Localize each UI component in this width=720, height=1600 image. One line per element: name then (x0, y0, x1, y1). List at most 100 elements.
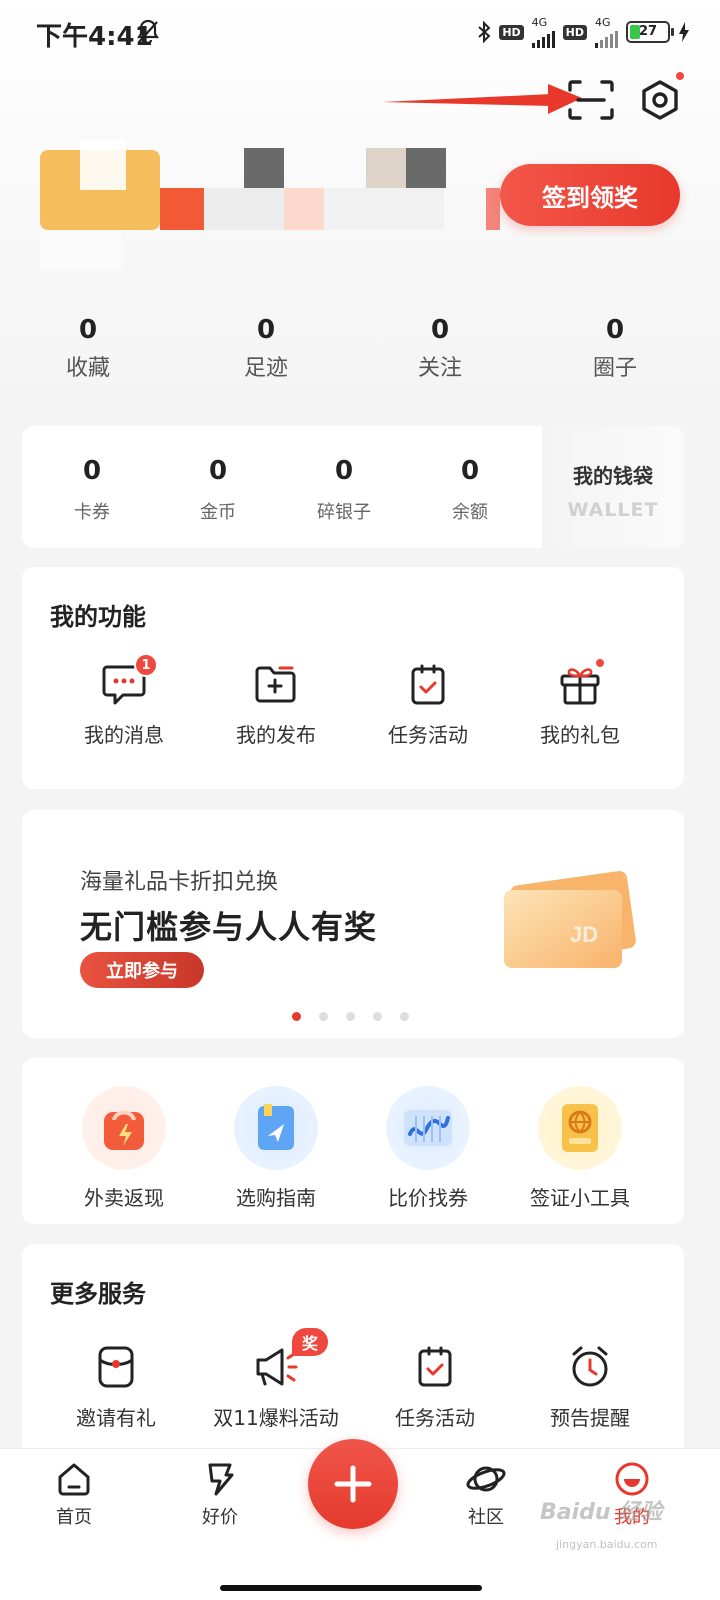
stat-value: 0 (605, 315, 625, 345)
nav-deals[interactable]: 好价 (170, 1461, 270, 1529)
gift-notification-dot (596, 659, 604, 667)
bluetooth-icon (478, 20, 491, 44)
profile-info-blurred[interactable] (40, 140, 500, 270)
unread-badge: 1 (134, 653, 158, 677)
nav-community[interactable]: 社区 (436, 1461, 536, 1529)
func-my-gifts[interactable]: 我的礼包 (504, 659, 656, 748)
stat-following[interactable]: 0 关注 (350, 312, 524, 392)
stat-value: 0 (78, 315, 98, 345)
wallet-label: 卡券 (74, 502, 110, 523)
wallet-title: 我的钱袋 (573, 464, 653, 488)
tools-card: 外卖返现 选购指南 比价找券 签证小工具 (22, 1058, 684, 1224)
section-title: 我的功能 (50, 603, 146, 631)
passport-icon (538, 1086, 622, 1170)
section-title: 更多服务 (50, 1280, 146, 1308)
nav-label: 社区 (468, 1507, 504, 1528)
stat-label: 收藏 (65, 356, 110, 381)
promo-banner[interactable]: 海量礼品卡折扣兑换 无门槛参与人人有奖 立即参与 JD (22, 810, 684, 1038)
stat-value: 0 (256, 315, 276, 345)
more-double11[interactable]: 奖 双11爆料活动 (192, 1328, 360, 1431)
signal-1: 4G (531, 15, 555, 48)
more-label: 任务活动 (395, 1406, 475, 1430)
func-my-messages[interactable]: 1 我的消息 (48, 653, 200, 748)
network-type: 4G (531, 15, 548, 29)
carousel-dots (292, 1012, 409, 1021)
home-indicator[interactable] (220, 1585, 482, 1591)
signal-bars-icon (531, 28, 555, 48)
signin-reward-button[interactable]: 签到领奖 (500, 164, 680, 226)
functions-grid: 1 我的消息 我的发布 任务活动 我的礼包 (22, 653, 684, 748)
takeout-bag-icon (82, 1086, 166, 1170)
wallet-card: 0 卡券 0 金币 0 碎银子 0 余额 我的钱袋 WALLET (22, 426, 684, 548)
my-wallet-button[interactable]: 我的钱袋 WALLET (542, 426, 684, 548)
more-label: 邀请有礼 (76, 1406, 156, 1430)
carousel-dot[interactable] (319, 1012, 328, 1021)
more-label: 预告提醒 (550, 1406, 630, 1430)
wallet-value: 0 (208, 456, 228, 486)
func-tasks[interactable]: 任务活动 (352, 663, 504, 748)
func-my-posts[interactable]: 我的发布 (200, 663, 352, 748)
carousel-dot[interactable] (346, 1012, 355, 1021)
stat-favorites[interactable]: 0 收藏 (0, 312, 176, 392)
nav-label: 好价 (202, 1507, 238, 1528)
baidu-watermark: Baidu 经验 (540, 1500, 663, 1525)
func-label: 我的发布 (236, 723, 316, 747)
scan-icon[interactable] (566, 78, 616, 122)
my-functions-card: 我的功能 1 我的消息 我的发布 任务活动 我的礼包 (22, 567, 684, 789)
red-arrow-annotation (382, 84, 582, 114)
task-clipboard-icon (411, 664, 445, 705)
network-type: 4G (595, 15, 611, 29)
settings-notification-dot (676, 72, 684, 80)
tool-label: 签证小工具 (530, 1186, 630, 1210)
more-grid: 邀请有礼 奖 双11爆料活动 任务活动 预告提醒 (22, 1328, 684, 1431)
banner-title: 无门槛参与人人有奖 (80, 908, 378, 946)
more-tasks[interactable]: 任务活动 (360, 1344, 510, 1431)
stat-value: 0 (430, 315, 450, 345)
banner-subtitle: 海量礼品卡折扣兑换 (80, 870, 279, 895)
profile-icon (615, 1462, 649, 1496)
nav-home[interactable]: 首页 (24, 1461, 124, 1529)
guide-book-icon (234, 1086, 318, 1170)
stat-circles[interactable]: 0 圈子 (524, 312, 700, 392)
reward-badge: 奖 (292, 1328, 328, 1356)
settings-hexagon-icon[interactable] (636, 76, 684, 124)
wallet-balance[interactable]: 0 余额 (410, 456, 530, 524)
wallet-coupons[interactable]: 0 卡券 (32, 456, 152, 524)
func-label: 我的消息 (84, 723, 164, 747)
carousel-dot[interactable] (373, 1012, 382, 1021)
tool-buying-guide[interactable]: 选购指南 (200, 1086, 352, 1211)
wallet-silver[interactable]: 0 碎银子 (284, 456, 404, 524)
tools-grid: 外卖返现 选购指南 比价找券 签证小工具 (22, 1086, 684, 1211)
tool-visa[interactable]: 签证小工具 (504, 1086, 656, 1211)
nav-label: 首页 (56, 1507, 92, 1528)
signal-2: 4G (595, 17, 618, 48)
join-now-button[interactable]: 立即参与 (80, 952, 204, 988)
publish-folder-icon (255, 666, 296, 703)
tool-price-compare[interactable]: 比价找券 (352, 1086, 504, 1211)
baidu-watermark-url: jingyan.baidu.com (556, 1538, 658, 1551)
wallet-gold-coins[interactable]: 0 金币 (158, 456, 278, 524)
gift-cards-illustration: JD (504, 871, 636, 968)
stat-label: 圈子 (592, 356, 637, 381)
stat-footprints[interactable]: 0 足迹 (176, 312, 350, 392)
carousel-dot[interactable] (292, 1012, 301, 1021)
more-label: 双11爆料活动 (213, 1406, 339, 1430)
more-reminder[interactable]: 预告提醒 (510, 1344, 670, 1431)
battery-level: 27 (638, 24, 658, 39)
stats-row: 0 收藏 0 足迹 0 关注 0 圈子 (0, 312, 720, 392)
status-bar: 下午4:41 HD 4G HD 4G 27 (0, 0, 720, 64)
hd-badge: HD (562, 24, 587, 40)
stat-label: 足迹 (243, 356, 288, 381)
signal-bars-icon (595, 28, 618, 48)
publish-plus-button[interactable] (308, 1439, 398, 1529)
carousel-dot[interactable] (400, 1012, 409, 1021)
more-invite[interactable]: 邀请有礼 (40, 1344, 192, 1431)
alarm-clock-icon (572, 1346, 608, 1387)
plus-icon (334, 1465, 372, 1503)
func-label: 我的礼包 (540, 723, 620, 747)
tool-label: 选购指南 (236, 1186, 316, 1210)
red-envelope-icon (98, 1346, 134, 1388)
home-icon (58, 1463, 90, 1496)
tool-takeout-cashback[interactable]: 外卖返现 (48, 1086, 200, 1211)
wallet-subtitle: WALLET (567, 499, 659, 521)
